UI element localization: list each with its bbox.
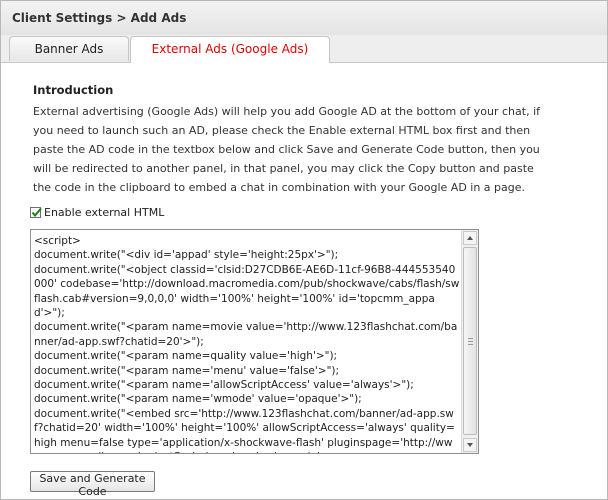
tab-banner-ads[interactable]: Banner Ads	[9, 36, 129, 61]
ad-code-textarea[interactable]: <script> document.write("<div id='appad'…	[30, 229, 479, 454]
enable-external-html-row[interactable]: Enable external HTML	[30, 204, 164, 220]
panel-header: Client Settings > Add Ads	[1, 1, 607, 36]
intro-heading: Introduction	[33, 83, 114, 97]
save-and-generate-code-button[interactable]: Save and Generate Code	[30, 471, 155, 498]
thumb-grip	[468, 344, 473, 345]
ad-code-text[interactable]: <script> document.write("<div id='appad'…	[34, 234, 460, 453]
scroll-up-button[interactable]	[463, 231, 477, 245]
arrow-down-icon	[467, 443, 473, 447]
page-title: Client Settings > Add Ads	[12, 11, 187, 25]
enable-external-html-checkbox[interactable]	[30, 206, 42, 218]
client-settings-panel: Client Settings > Add Ads Banner Ads Ext…	[0, 0, 608, 500]
code-scrollbar[interactable]	[461, 230, 478, 453]
checkmark-icon	[31, 207, 42, 217]
arrow-up-icon	[467, 236, 473, 240]
tab-content: Introduction External advertising (Googl…	[1, 63, 607, 499]
thumb-grip	[468, 338, 473, 339]
thumb-grip	[468, 341, 473, 342]
tab-bar: Banner Ads External Ads (Google Ads)	[1, 35, 607, 63]
scroll-down-button[interactable]	[463, 438, 477, 452]
intro-text: External advertising (Google Ads) will h…	[33, 105, 541, 194]
enable-external-html-label: Enable external HTML	[44, 205, 165, 219]
scroll-thumb[interactable]	[463, 247, 477, 435]
tab-external-ads[interactable]: External Ads (Google Ads)	[130, 36, 330, 63]
